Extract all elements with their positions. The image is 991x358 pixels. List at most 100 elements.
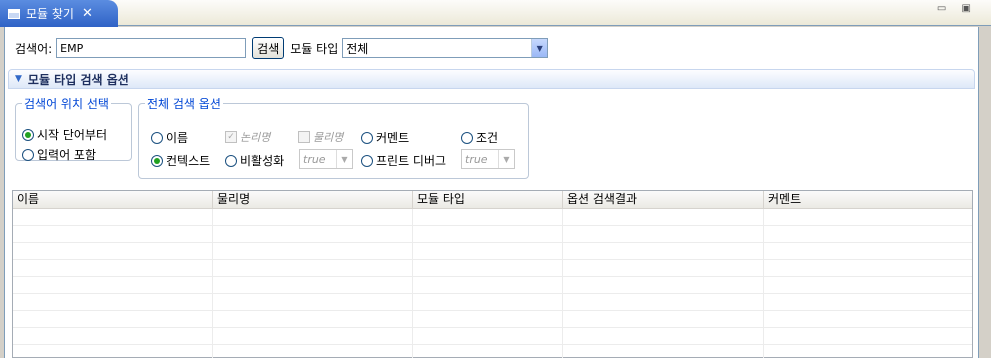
radio-comment-label: 커멘트 bbox=[376, 131, 410, 145]
window-icon bbox=[8, 8, 20, 19]
table-cell bbox=[563, 277, 764, 293]
table-cell bbox=[13, 209, 213, 225]
radio-inactive-label: 비활성화 bbox=[240, 154, 285, 168]
radio-condition[interactable]: 조건 bbox=[461, 129, 498, 146]
radio-selected-icon[interactable] bbox=[22, 128, 34, 141]
table-cell bbox=[413, 260, 563, 276]
table-cell bbox=[13, 345, 213, 358]
search-input[interactable] bbox=[56, 38, 247, 58]
table-cell bbox=[413, 294, 563, 310]
column-header-name[interactable]: 이름 bbox=[13, 191, 213, 208]
table-row[interactable] bbox=[13, 277, 972, 294]
table-row[interactable] bbox=[13, 243, 972, 260]
checkbox-physical-name: 물리명 bbox=[298, 129, 343, 145]
radio-icon[interactable] bbox=[22, 148, 34, 161]
all-search-options-legend: 전체 검색 옵션 bbox=[147, 97, 221, 111]
table-body bbox=[13, 209, 972, 358]
radio-start-word[interactable]: 시작 단어부터 bbox=[22, 126, 107, 143]
table-row[interactable] bbox=[13, 345, 972, 358]
radio-contains-label: 입력어 포함 bbox=[37, 148, 97, 162]
radio-icon[interactable] bbox=[361, 154, 373, 167]
radio-name[interactable]: 이름 bbox=[151, 129, 188, 146]
radio-name-label: 이름 bbox=[166, 131, 189, 145]
chevron-down-icon: ▼ bbox=[336, 150, 352, 168]
table-cell bbox=[13, 243, 213, 259]
radio-icon[interactable] bbox=[361, 131, 373, 144]
checkbox-logical-name-label: 논리명 bbox=[240, 131, 271, 144]
radio-contains[interactable]: 입력어 포함 bbox=[22, 146, 96, 163]
checkbox-checked-icon: ✓ bbox=[225, 131, 237, 143]
table-row[interactable] bbox=[13, 328, 972, 345]
table-cell bbox=[213, 226, 413, 242]
search-position-group: 검색어 위치 선택 시작 단어부터 입력어 포함 bbox=[15, 95, 132, 163]
table-cell bbox=[764, 209, 972, 225]
table-cell bbox=[413, 328, 563, 344]
radio-print-debug[interactable]: 프린트 디버그 bbox=[361, 152, 446, 169]
table-cell bbox=[563, 260, 764, 276]
table-cell bbox=[413, 243, 563, 259]
radio-context-label: 컨텍스트 bbox=[166, 154, 211, 168]
table-cell bbox=[13, 294, 213, 310]
table-row[interactable] bbox=[13, 294, 972, 311]
table-cell bbox=[213, 277, 413, 293]
table-cell bbox=[413, 311, 563, 327]
minimize-maximize-icon[interactable]: ▭ ▣ bbox=[937, 3, 977, 14]
options-section-title: 모듈 타입 검색 옵션 bbox=[27, 72, 129, 87]
table-row[interactable] bbox=[13, 311, 972, 328]
tab-module-search[interactable]: 모듈 찾기 ✕ bbox=[0, 0, 118, 27]
print-debug-value-select: true ▼ bbox=[461, 149, 515, 169]
table-cell bbox=[13, 226, 213, 242]
inactive-value: true bbox=[303, 152, 326, 166]
table-cell bbox=[764, 294, 972, 310]
column-header-option-result[interactable]: 옵션 검색결과 bbox=[563, 191, 764, 208]
search-label: 검색어: bbox=[15, 41, 53, 56]
table-cell bbox=[213, 243, 413, 259]
checkbox-physical-name-label: 물리명 bbox=[313, 131, 344, 144]
radio-context[interactable]: 컨텍스트 bbox=[151, 152, 210, 169]
radio-comment[interactable]: 커멘트 bbox=[361, 129, 409, 146]
table-cell bbox=[213, 260, 413, 276]
table-cell bbox=[413, 345, 563, 358]
options-section-header[interactable]: ▼ 모듈 타입 검색 옵션 bbox=[8, 69, 975, 89]
radio-print-debug-label: 프린트 디버그 bbox=[376, 154, 447, 168]
all-search-options-group: 전체 검색 옵션 이름 ✓ 논리명 물리명 커멘트 조건 컨텍스트 비활성화 t… bbox=[138, 95, 529, 179]
inactive-value-select: true ▼ bbox=[299, 149, 353, 169]
table-cell bbox=[213, 209, 413, 225]
table-cell bbox=[13, 260, 213, 276]
close-icon[interactable]: ✕ bbox=[82, 6, 93, 21]
chevron-down-icon[interactable]: ▼ bbox=[531, 39, 548, 57]
checkbox-logical-name: ✓ 논리명 bbox=[225, 129, 270, 145]
radio-inactive[interactable]: 비활성화 bbox=[225, 152, 284, 169]
table-cell bbox=[563, 226, 764, 242]
radio-icon[interactable] bbox=[151, 131, 163, 144]
table-cell bbox=[213, 311, 413, 327]
table-cell bbox=[413, 209, 563, 225]
table-header: 이름 물리명 모듈 타입 옵션 검색결과 커멘트 bbox=[13, 191, 972, 209]
table-cell bbox=[563, 294, 764, 310]
column-header-module-type[interactable]: 모듈 타입 bbox=[413, 191, 563, 208]
chevron-down-icon: ▼ bbox=[498, 150, 514, 168]
table-cell bbox=[213, 294, 413, 310]
radio-selected-icon[interactable] bbox=[151, 154, 163, 167]
expand-triangle-icon[interactable]: ▼ bbox=[15, 74, 22, 84]
table-cell bbox=[764, 311, 972, 327]
module-type-value: 전체 bbox=[346, 41, 369, 56]
tab-title: 모듈 찾기 bbox=[26, 7, 74, 21]
table-cell bbox=[563, 311, 764, 327]
radio-icon[interactable] bbox=[461, 131, 473, 144]
table-cell bbox=[563, 345, 764, 358]
search-button[interactable]: 검색 bbox=[252, 37, 285, 59]
column-header-physical-name[interactable]: 물리명 bbox=[213, 191, 413, 208]
table-cell bbox=[764, 328, 972, 344]
module-type-label: 모듈 타입 bbox=[290, 41, 339, 56]
table-cell bbox=[413, 277, 563, 293]
table-row[interactable] bbox=[13, 209, 972, 226]
radio-icon[interactable] bbox=[225, 154, 237, 167]
table-cell bbox=[213, 345, 413, 358]
search-position-legend: 검색어 위치 선택 bbox=[24, 97, 109, 111]
table-row[interactable] bbox=[13, 226, 972, 243]
table-cell bbox=[13, 277, 213, 293]
table-row[interactable] bbox=[13, 260, 972, 277]
module-type-select[interactable]: 전체 ▼ bbox=[342, 38, 549, 58]
column-header-comment[interactable]: 커멘트 bbox=[764, 191, 972, 208]
